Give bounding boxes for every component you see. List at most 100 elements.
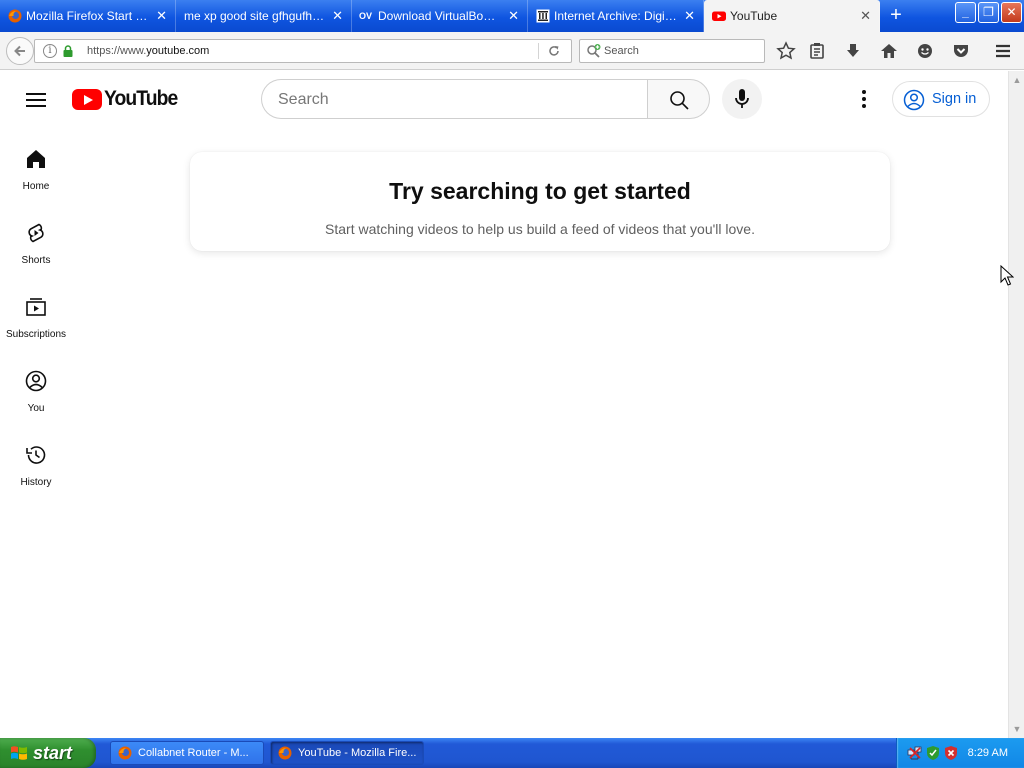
tab-title: Internet Archive: Digit... — [554, 9, 679, 23]
home-icon — [27, 150, 45, 168]
start-label: start — [33, 743, 73, 763]
tab-virtualbox[interactable]: OV Download VirtualBox 4.... ✕ — [352, 0, 528, 32]
ov-icon: OV — [359, 11, 373, 21]
guide-item-history[interactable]: History — [0, 440, 72, 504]
more-dot — [862, 97, 866, 101]
shorts-icon — [28, 223, 44, 243]
firefox-icon — [118, 746, 132, 760]
url-separator — [538, 43, 539, 59]
page-viewport: YouTube Sign in Home Shorts Subscription… — [0, 71, 1008, 738]
voice-search-button[interactable] — [722, 79, 762, 119]
you-icon — [25, 370, 47, 392]
guide-label: Subscriptions — [5, 329, 67, 340]
tab-title: Mozilla Firefox Start P... — [26, 9, 152, 23]
empty-feed-subtitle: Start watching videos to help us build a… — [325, 221, 755, 237]
taskbar: start Collabnet Router - M... YouTube - … — [0, 738, 1024, 768]
history-icon — [26, 446, 46, 464]
youtube-logo[interactable]: YouTube — [72, 87, 184, 110]
empty-feed-title: Try searching to get started — [389, 178, 691, 204]
browser-search-bar[interactable] — [579, 39, 765, 63]
url-domain: youtube.com — [146, 45, 210, 57]
tab-close-icon[interactable]: ✕ — [860, 0, 871, 32]
taskbar-button-youtube[interactable]: YouTube - Mozilla Fire... — [270, 741, 424, 765]
youtube-search-button[interactable] — [647, 79, 710, 119]
hamburger-menu-icon[interactable] — [993, 41, 1013, 61]
scroll-up-icon[interactable]: ▲ — [1012, 75, 1022, 85]
tab-close-icon[interactable]: ✕ — [332, 0, 343, 32]
sign-in-label: Sign in — [932, 91, 977, 107]
guide-label: Shorts — [21, 255, 51, 266]
menu-bar — [26, 105, 46, 107]
youtube-search-input[interactable] — [278, 88, 628, 112]
guide-item-home[interactable]: Home — [0, 144, 72, 208]
vertical-scrollbar[interactable]: ▲ ▼ — [1008, 71, 1024, 738]
subscriptions-icon — [26, 298, 46, 316]
search-engine-icon — [587, 44, 601, 58]
maximize-button[interactable]: ❐ — [978, 2, 999, 23]
alert-shield-icon[interactable] — [943, 745, 959, 761]
scroll-down-icon[interactable]: ▼ — [1012, 724, 1022, 734]
guide-item-subscriptions[interactable]: Subscriptions — [0, 292, 72, 356]
youtube-icon — [712, 11, 726, 21]
system-tray: 8:29 AM — [896, 738, 1024, 768]
url-text[interactable]: https://www.youtube.com — [87, 40, 209, 62]
youtube-wordmark: YouTube — [104, 87, 178, 110]
guide-label: Home — [22, 181, 50, 192]
browser-search-input[interactable] — [604, 42, 760, 60]
clock: 8:29 AM — [967, 747, 1008, 759]
close-window-button[interactable]: ✕ — [1001, 2, 1022, 23]
tab-firefox-start[interactable]: Mozilla Firefox Start P... ✕ — [0, 0, 176, 32]
guide-menu-button[interactable] — [24, 89, 48, 109]
tab-title: YouTube — [730, 9, 778, 23]
tab-close-icon[interactable]: ✕ — [156, 0, 167, 32]
task-label: YouTube - Mozilla Fire... — [298, 747, 417, 759]
minimize-button[interactable]: _ — [955, 2, 976, 23]
start-button[interactable]: start — [0, 738, 96, 768]
download-icon[interactable] — [843, 41, 863, 61]
taskbar-button-collabnet[interactable]: Collabnet Router - M... — [110, 741, 264, 765]
site-info-icon[interactable]: i — [43, 44, 57, 58]
youtube-play-icon — [72, 88, 102, 110]
bookmark-star-icon[interactable] — [776, 41, 796, 61]
menu-bar — [26, 99, 46, 101]
guide-item-shorts[interactable]: Shorts — [0, 218, 72, 282]
url-prefix: https://www. — [87, 45, 147, 57]
account-circle-icon — [903, 89, 925, 111]
windows-flag-icon — [11, 746, 27, 760]
microphone-icon — [735, 89, 749, 108]
sign-in-button[interactable]: Sign in — [892, 81, 990, 117]
url-bar[interactable]: i https://www.youtube.com — [34, 39, 572, 63]
security-shield-icon[interactable] — [925, 745, 941, 761]
home-icon[interactable] — [879, 41, 899, 61]
tab-close-icon[interactable]: ✕ — [508, 0, 519, 32]
pocket-icon[interactable] — [951, 41, 971, 61]
youtube-search-box[interactable] — [261, 79, 647, 119]
more-dot — [862, 104, 866, 108]
back-button[interactable] — [6, 37, 34, 65]
archive-icon — [536, 9, 550, 23]
search-icon — [670, 91, 689, 110]
empty-feed-card: Try searching to get started Start watch… — [190, 152, 890, 251]
guide-label: History — [20, 477, 52, 488]
tab-close-icon[interactable]: ✕ — [684, 0, 695, 32]
hello-chat-icon[interactable] — [915, 41, 935, 61]
tab-internet-archive[interactable]: Internet Archive: Digit... ✕ — [528, 0, 704, 32]
new-tab-button[interactable]: + — [884, 0, 908, 32]
menu-bar — [26, 93, 46, 95]
tab-title: me xp good site gfhgufhug... — [184, 9, 336, 23]
back-arrow-icon — [14, 45, 25, 57]
firefox-icon — [278, 746, 292, 760]
reload-icon[interactable] — [547, 44, 561, 58]
task-label: Collabnet Router - M... — [138, 747, 249, 759]
guide-item-you[interactable]: You — [0, 366, 72, 430]
firefox-icon — [8, 9, 22, 23]
reading-list-icon[interactable] — [807, 41, 827, 61]
navigation-toolbar: i https://www.youtube.com — [0, 32, 1024, 70]
mouse-cursor-icon — [1000, 265, 1014, 286]
settings-more-icon[interactable] — [854, 88, 874, 110]
more-dot — [862, 90, 866, 94]
tab-youtube[interactable]: YouTube ✕ — [704, 0, 880, 32]
guide-label: You — [27, 403, 45, 414]
tab-me-xp[interactable]: me xp good site gfhgufhug... ✕ — [176, 0, 352, 32]
network-icon[interactable] — [907, 745, 923, 761]
